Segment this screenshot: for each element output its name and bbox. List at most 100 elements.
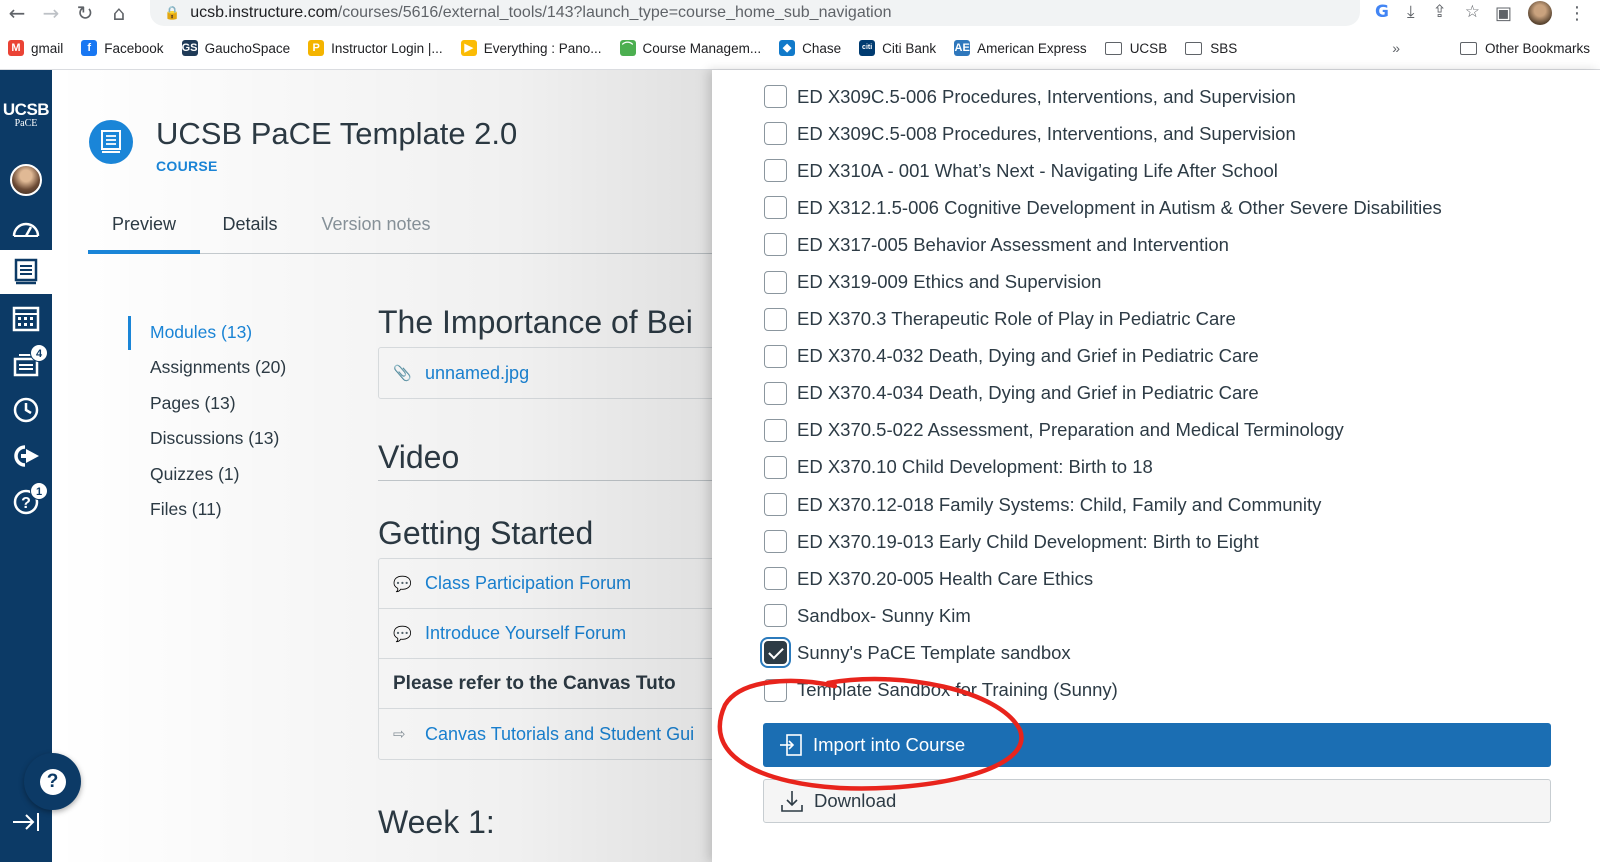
bookmark-item[interactable]: f Facebook	[81, 40, 164, 56]
course-checkbox[interactable]	[764, 418, 787, 442]
side-item-pages[interactable]: Pages (13)	[150, 391, 286, 426]
side-item-modules[interactable]: Modules (13)	[150, 320, 286, 355]
home-icon[interactable]: ⌂	[102, 1, 136, 25]
tab-preview[interactable]: Preview	[88, 200, 200, 254]
bookmark-item[interactable]: ⌒ Course Managem...	[619, 40, 761, 56]
bookmark-item[interactable]: P Instructor Login |...	[308, 40, 443, 56]
course-checkbox[interactable]	[764, 233, 787, 257]
discussion-link[interactable]: Class Participation Forum	[425, 573, 631, 594]
external-link[interactable]: Canvas Tutorials and Student Gui	[425, 724, 694, 745]
install-icon[interactable]: ⤓	[1407, 2, 1415, 22]
course-checkbox-row[interactable]: ED X310A - 001 What’s Next - Navigating …	[764, 152, 1442, 189]
module-item[interactable]: 💬 Introduce Yourself Forum	[379, 609, 712, 659]
nav-calendar[interactable]	[0, 296, 52, 340]
course-checkbox[interactable]	[764, 344, 787, 368]
side-item-discussions[interactable]: Discussions (13)	[150, 426, 286, 461]
nav-courses[interactable]	[0, 250, 52, 294]
profile-avatar[interactable]	[1528, 1, 1552, 25]
bookmark-item[interactable]: ◆ Chase	[779, 40, 841, 56]
course-checkbox-row[interactable]: ED X370.19-013 Early Child Development: …	[764, 523, 1442, 560]
course-checkbox[interactable]	[764, 381, 787, 405]
bookmark-item[interactable]: GS GauchoSpace	[181, 40, 290, 56]
course-checkbox[interactable]	[764, 493, 787, 517]
share-icon[interactable]: ⇪	[1433, 2, 1447, 22]
nav-help[interactable]: ? 1	[0, 480, 52, 524]
url-host: ucsb.instructure.com	[190, 4, 338, 21]
course-checkbox[interactable]	[764, 196, 787, 220]
course-checkbox[interactable]	[764, 641, 787, 665]
course-checkbox-row[interactable]: ED X370.4-034 Death, Dying and Grief in …	[764, 375, 1442, 412]
nav-dashboard[interactable]	[0, 206, 52, 250]
star-icon[interactable]: ☆	[1465, 2, 1480, 22]
bookmark-item[interactable]: citi Citi Bank	[859, 40, 936, 56]
course-checkbox[interactable]	[764, 455, 787, 479]
discussion-link[interactable]: Introduce Yourself Forum	[425, 623, 626, 644]
bookmark-item[interactable]: ▶ Everything : Pano...	[460, 40, 602, 56]
course-checkbox-label: Template Sandbox for Training (Sunny)	[797, 679, 1118, 701]
course-checkbox-label: ED X370.4-032 Death, Dying and Grief in …	[797, 345, 1259, 367]
side-item-quizzes[interactable]: Quizzes (1)	[150, 462, 286, 497]
bookmarks-overflow-button[interactable]: »	[1392, 40, 1400, 56]
course-preview: UCSB PaCE Template 2.0 COURSE Preview De…	[52, 70, 712, 862]
module-item[interactable]: 📎 unnamed.jpg	[379, 348, 712, 398]
nav-inbox[interactable]: 4	[0, 342, 52, 386]
courses-icon	[14, 258, 38, 285]
course-select-tray: ED X309C.5-006 Procedures, Interventions…	[712, 70, 1600, 862]
course-checkbox[interactable]	[764, 678, 787, 702]
discussion-icon: 💬	[393, 624, 412, 643]
bookmark-folder[interactable]: UCSB	[1104, 41, 1167, 56]
side-item-assignments[interactable]: Assignments (20)	[150, 355, 286, 390]
course-checkbox-row[interactable]: ED X319-009 Ethics and Supervision	[764, 263, 1442, 300]
course-checkbox-row[interactable]: ED X317-005 Behavior Assessment and Inte…	[764, 226, 1442, 263]
google-icon[interactable]: G	[1375, 2, 1389, 22]
course-checkbox-row[interactable]: Sunny's PaCE Template sandbox	[764, 634, 1442, 671]
course-checkbox-row[interactable]: ED X309C.5-008 Procedures, Interventions…	[764, 115, 1442, 152]
module-items-1: 📎 unnamed.jpg	[378, 347, 712, 399]
address-bar[interactable]: 🔒 ucsb.instructure.com/courses/5616/exte…	[150, 0, 1360, 26]
bookmark-item[interactable]: Mgmail	[8, 40, 63, 56]
back-icon[interactable]: ←	[0, 1, 34, 25]
bookmark-folder[interactable]: SBS	[1185, 41, 1237, 56]
course-checkbox-row[interactable]: ED X370.10 Child Development: Birth to 1…	[764, 449, 1442, 486]
course-checkbox-row[interactable]: ED X309C.5-006 Procedures, Interventions…	[764, 78, 1442, 115]
other-bookmarks[interactable]: Other Bookmarks	[1459, 41, 1590, 56]
course-checkbox-row[interactable]: Sandbox- Sunny Kim	[764, 597, 1442, 634]
nav-history[interactable]	[0, 388, 52, 432]
import-into-course-button[interactable]: Import into Course	[763, 723, 1551, 767]
course-checkbox-row[interactable]: ED X370.20-005 Health Care Ethics	[764, 560, 1442, 597]
course-checkbox-row[interactable]: Template Sandbox for Training (Sunny)	[764, 672, 1442, 709]
reload-icon[interactable]: ↻	[68, 1, 102, 25]
course-checkbox[interactable]	[764, 307, 787, 331]
course-checkbox-row[interactable]: ED X370.5-022 Assessment, Preparation an…	[764, 412, 1442, 449]
forward-icon[interactable]: →	[34, 1, 68, 25]
course-checkbox[interactable]	[764, 530, 787, 554]
menu-icon[interactable]: ⋮	[1568, 3, 1586, 24]
course-checkbox[interactable]	[764, 159, 787, 183]
course-checkbox[interactable]	[764, 122, 787, 146]
bookmark-item[interactable]: AE American Express	[954, 40, 1087, 56]
module-item[interactable]: 💬 Class Participation Forum	[379, 559, 712, 609]
course-checkbox[interactable]	[764, 270, 787, 294]
course-checkbox-label: ED X309C.5-006 Procedures, Interventions…	[797, 85, 1296, 107]
course-checkbox-row[interactable]: ED X370.12-018 Family Systems: Child, Fa…	[764, 486, 1442, 523]
download-button[interactable]: Download	[763, 779, 1551, 823]
nav-account[interactable]	[0, 158, 52, 202]
module-heading-3: Getting Started	[378, 515, 594, 551]
nav-commons[interactable]	[0, 434, 52, 478]
course-checkbox-row[interactable]: ED X312.1.5-006 Cognitive Development in…	[764, 189, 1442, 226]
paperclip-icon: 📎	[393, 364, 412, 382]
course-checkbox-row[interactable]: ED X370.3 Therapeutic Role of Play in Pe…	[764, 301, 1442, 338]
course-checkbox-row[interactable]: ED X370.4-032 Death, Dying and Grief in …	[764, 338, 1442, 375]
tab-version-notes[interactable]: Version notes	[310, 200, 442, 254]
sidepanel-icon[interactable]: ▣	[1495, 3, 1512, 24]
course-checkbox[interactable]	[764, 604, 787, 628]
module-item[interactable]: ⇨ Canvas Tutorials and Student Gui	[379, 709, 712, 759]
tab-details[interactable]: Details	[210, 200, 290, 254]
ucsb-logo[interactable]: UCSB PaCE	[0, 100, 52, 129]
user-avatar	[10, 164, 42, 196]
course-checkbox[interactable]	[764, 567, 787, 591]
help-fab-button[interactable]: ?	[24, 753, 81, 810]
attachment-link[interactable]: unnamed.jpg	[425, 363, 529, 384]
side-item-files[interactable]: Files (11)	[150, 497, 286, 532]
course-checkbox[interactable]	[764, 85, 787, 109]
